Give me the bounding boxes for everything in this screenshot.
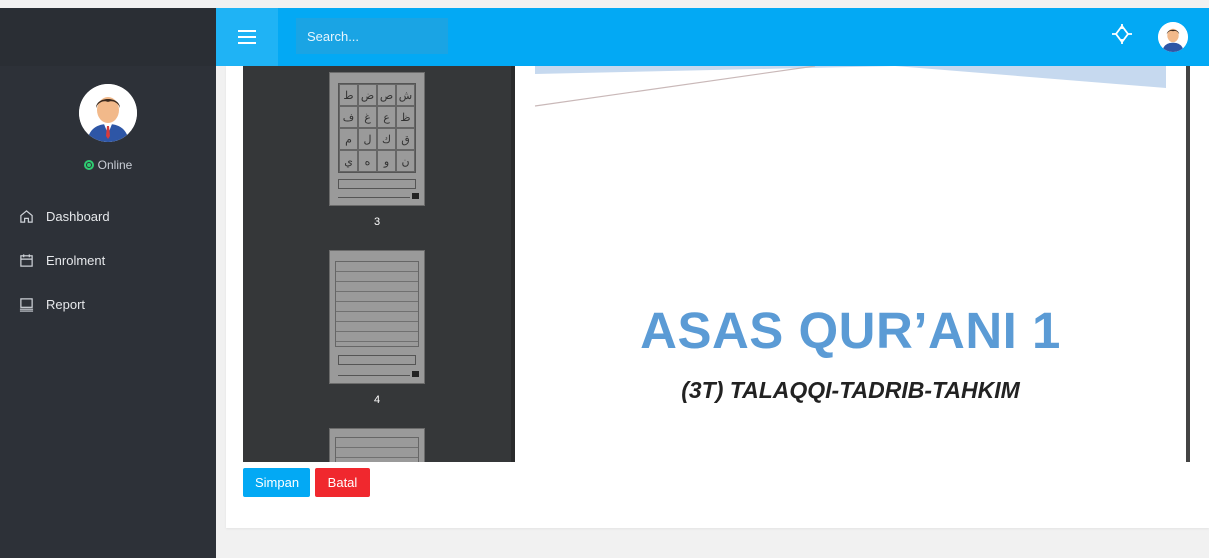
thumbnail-table <box>338 355 416 365</box>
sidebar-item-report[interactable]: Report <box>0 282 216 326</box>
grid-cell: غ <box>358 106 377 128</box>
user-panel: Online <box>0 66 216 172</box>
grid-cell: م <box>339 128 358 150</box>
grid-cell: ق <box>396 128 415 150</box>
grid-cell: ظ <box>396 106 415 128</box>
thumbnail-panel[interactable]: طضصش فغعظ ملكق يهون 3 4 <box>243 66 515 462</box>
grid-cell: ض <box>358 84 377 106</box>
grid-cell: ع <box>377 106 396 128</box>
grid-cell: ل <box>358 128 377 150</box>
status-label: Online <box>97 158 133 172</box>
grid-cell: ط <box>339 84 358 106</box>
thumbnail-label: 3 <box>373 216 381 228</box>
thumbnail-text-block <box>335 437 419 462</box>
monitor-icon <box>18 296 34 312</box>
sidebar: Online Dashboard Enrolment Report <box>0 8 216 558</box>
sidebar-item-dashboard[interactable]: Dashboard <box>0 194 216 238</box>
top-header <box>216 8 1209 66</box>
online-status: Online <box>0 158 216 172</box>
calendar-icon <box>18 252 34 268</box>
save-button[interactable]: Simpan <box>243 468 310 497</box>
sidebar-item-label: Dashboard <box>46 208 110 224</box>
grid-cell: ن <box>396 150 415 172</box>
page-scrollbar[interactable] <box>1186 66 1190 462</box>
thumbnail-mark <box>412 193 419 199</box>
grid-cell: ص <box>377 84 396 106</box>
sidebar-brand-area <box>0 8 216 66</box>
thumbnail-table <box>338 179 416 189</box>
page-subtitle: (3T) TALAQQI-TADRIB-TAHKIM <box>681 377 1020 403</box>
hamburger-icon <box>238 30 256 44</box>
grid-cell: ه <box>358 150 377 172</box>
thumbnail-page-4[interactable] <box>329 250 425 384</box>
page-title: ASAS QUR’ANI 1 <box>640 302 1061 359</box>
grid-cell: و <box>377 150 396 172</box>
grid-cell: ف <box>339 106 358 128</box>
search-input[interactable] <box>296 18 448 54</box>
grid-cell: ش <box>396 84 415 106</box>
thumbnail-page-3[interactable]: طضصش فغعظ ملكق يهون <box>329 72 425 206</box>
grid-cell: ك <box>377 128 396 150</box>
grid-cell: ي <box>339 150 358 172</box>
home-icon <box>18 208 34 224</box>
thumbnail-text-block <box>335 261 419 347</box>
thumbnail-label: 4 <box>373 394 381 406</box>
sidebar-item-label: Report <box>46 296 86 312</box>
thumbnail-line <box>338 197 410 198</box>
cover-decoration <box>534 66 1166 107</box>
sidebar-nav: Dashboard Enrolment Report <box>0 194 216 326</box>
letter-grid: طضصش فغعظ ملكق يهون <box>338 83 416 173</box>
page-view: ASAS QUR’ANI 1 (3T) TALAQQI-TADRIB-TAHKI… <box>515 66 1190 462</box>
menu-toggle-button[interactable] <box>216 8 278 66</box>
user-avatar[interactable] <box>1158 22 1188 52</box>
pdf-viewer: طضصش فغعظ ملكق يهون 3 4 ASAS QUR’ANI 1 (… <box>243 66 1190 462</box>
online-dot-icon <box>83 160 94 170</box>
thumbnail-mark <box>412 371 419 377</box>
thumbnail-page-5[interactable] <box>329 428 425 462</box>
avatar[interactable] <box>79 84 137 142</box>
cancel-button[interactable]: Batal <box>315 468 370 497</box>
crosshair-icon[interactable] <box>1112 24 1132 44</box>
thumbnail-line <box>338 375 410 376</box>
sidebar-item-enrolment[interactable]: Enrolment <box>0 238 216 282</box>
sidebar-item-label: Enrolment <box>46 252 106 268</box>
